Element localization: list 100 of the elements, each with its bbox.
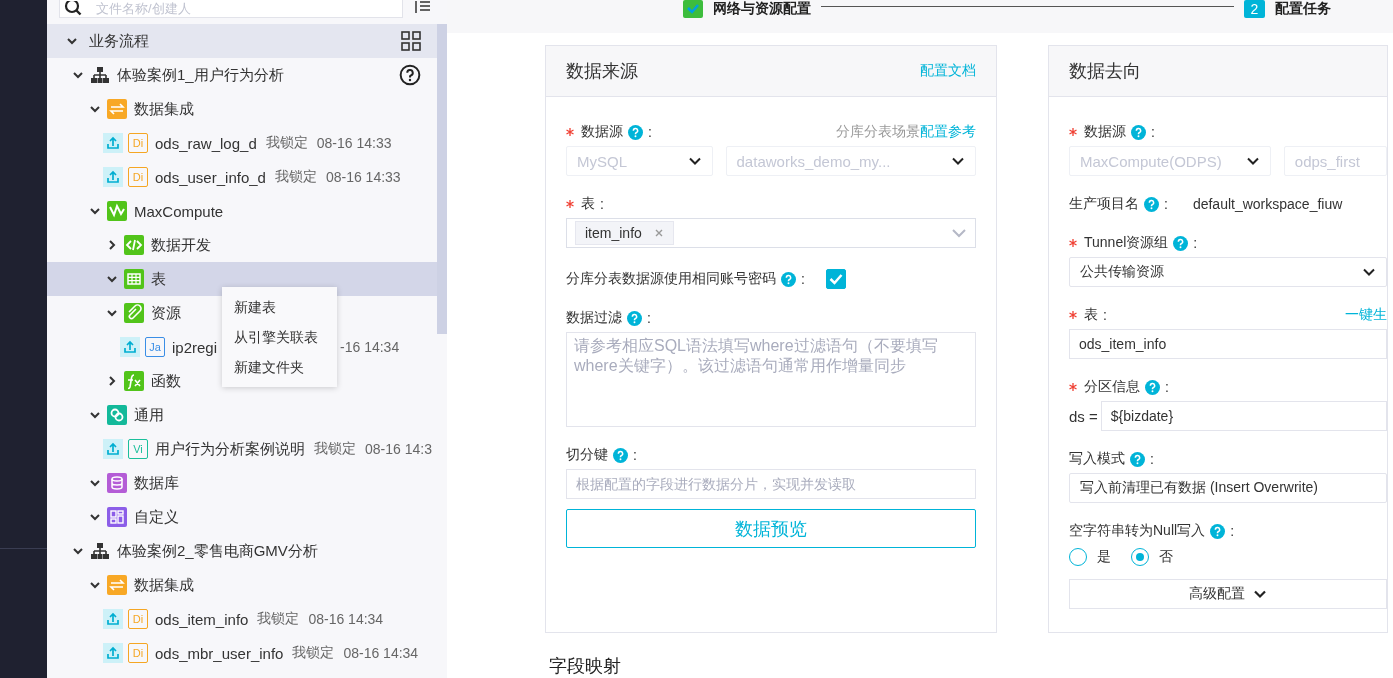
grid-view-icon[interactable] [401,31,421,51]
file-name[interactable]: 用户行为分析案例说明 [155,439,305,459]
select-field[interactable]: 写入前清理已有数据 (Insert Overwrite) [1069,473,1387,503]
file-type-badge: Vi [128,439,148,459]
field-label: 切分键 [566,446,608,464]
field-label: 分库分表数据源使用相同账号密码 [566,270,776,288]
item-name: 数据库 [134,473,179,493]
search-box[interactable]: 文件名称/创建人 [59,0,403,18]
input-field[interactable]: 根据配置的字段进行数据分片，实现并发读取 [566,469,976,499]
field-label: 写入模式 [1069,450,1125,468]
wave-icon [107,201,127,221]
item-name: 数据集成 [134,575,194,595]
file-name[interactable]: ods_item_info [155,610,249,628]
file-name[interactable]: ods_user_info_d [155,168,266,186]
input-field[interactable]: ods_item_info [1069,329,1387,359]
upload-icon [120,337,140,357]
menu-item[interactable]: 新建文件夹 [222,352,337,382]
label-colon: : [647,310,651,326]
lock-status: 我锁定 [265,134,308,152]
search-icon [64,0,82,17]
lock-status: 我锁定 [292,644,335,662]
section-header[interactable]: 业务流程 [47,24,437,58]
project-name: default_workspace_fiuw [1192,196,1343,212]
file-name[interactable]: ods_raw_log_d [155,134,257,152]
tree-item[interactable]: 资源 [47,296,191,330]
item-name: 数据集成 [134,99,194,119]
modified-time: -16 14:34 [340,339,400,355]
radio-label: 是 [1097,548,1111,566]
field-label: 数据源 [1084,123,1126,141]
scrollbar[interactable] [437,24,447,334]
field-label: 分区信息 [1084,378,1140,396]
label-colon: : [633,447,637,463]
modified-time: 08-16 14:34 [343,645,419,661]
tree-item[interactable]: MaxCompute [47,194,234,228]
field-label: 数据过滤 [566,309,622,327]
step-label: 配置任务 [1275,0,1331,18]
close-icon[interactable] [653,228,664,238]
tree-item[interactable]: 数据集成 [47,568,204,602]
link-icon [107,405,127,425]
menu-item[interactable]: 从引擎关联表 [222,322,337,352]
label-colon: : [1150,451,1154,467]
help-icon[interactable] [399,64,421,86]
item-name: 数据开发 [151,235,211,255]
item-name: MaxCompute [134,202,224,220]
tree-item[interactable]: 表 [47,262,437,296]
file-type-badge: Di [128,609,148,629]
file-type-badge: Di [128,643,148,663]
checkbox[interactable] [825,269,846,289]
field-label: Tunnel资源组 [1084,234,1169,252]
card-title: 数据来源 [566,60,638,83]
file-type-badge: Ja [145,337,165,357]
tree-item[interactable]: 函数 [47,364,191,398]
filter-textarea[interactable]: 请参考相应SQL语法填写where过滤语句（不要填写where关键字）。该过滤语句通常用作增量同步 [566,332,976,427]
field-label: 表 [581,195,595,213]
lock-status: 我锁定 [257,610,300,628]
file-name[interactable]: ip2regi [172,338,218,356]
modified-time: 08-16 14:34 [308,611,384,627]
tree-item[interactable]: 数据库 [47,466,189,500]
label-colon: : [1193,235,1198,251]
upload-icon [103,609,123,629]
hierarchy-icon [90,541,110,561]
outline-toggle-icon[interactable] [415,0,431,14]
step-label: 网络与资源配置 [713,0,811,18]
lock-status: 我锁定 [274,168,317,186]
step-number: 2 [1244,0,1265,18]
modified-time: 08-16 14:3 [365,441,432,457]
item-name: 表 [151,269,166,289]
code-icon [124,235,144,255]
input-field[interactable]: ${bizdate} [1100,401,1387,431]
tree-item[interactable]: 体验案例2_零售电商GMV分析 [47,534,328,568]
file-name[interactable]: ods_mbr_user_info [155,644,284,662]
label-colon: : [1103,307,1107,323]
paperclip-icon [124,303,144,323]
modified-time: 08-16 14:33 [316,135,392,151]
field-label: 数据源 [581,123,623,141]
label-colon: : [1151,124,1155,140]
tag-select-field[interactable]: item_info [566,218,976,248]
tree-item[interactable]: 数据集成 [47,92,204,126]
label-colon: : [648,124,652,140]
search-field[interactable]: 文件名称/创建人 [96,1,398,16]
tree-item[interactable]: 体验案例1_用户行为分析 [47,58,437,92]
section-title: 字段映射 [549,655,622,678]
item-name: 自定义 [134,507,179,527]
tree-item[interactable]: 通用 [47,398,174,432]
swap-arrows-icon [107,99,127,119]
label-colon: : [1164,196,1168,212]
advanced-config-button[interactable]: 高级配置 [1069,579,1387,609]
item-name: 体验案例1_用户行为分析 [117,65,284,85]
item-name: 业务流程 [89,31,149,51]
label-colon: : [801,271,805,287]
file-type-badge: Di [128,133,148,153]
tree-item[interactable]: 数据开发 [47,228,221,262]
file-type-badge: Di [128,167,148,187]
radio-label: 否 [1159,548,1173,566]
scenario-hint: 分库分表场景配置参考 [836,123,976,141]
upload-icon [103,643,123,663]
item-name: 体验案例2_零售电商GMV分析 [117,541,318,561]
field-prefix: ds = [1069,407,1098,425]
tree-item[interactable]: 自定义 [47,500,189,534]
select-field[interactable]: 公共传输资源 [1069,257,1387,287]
